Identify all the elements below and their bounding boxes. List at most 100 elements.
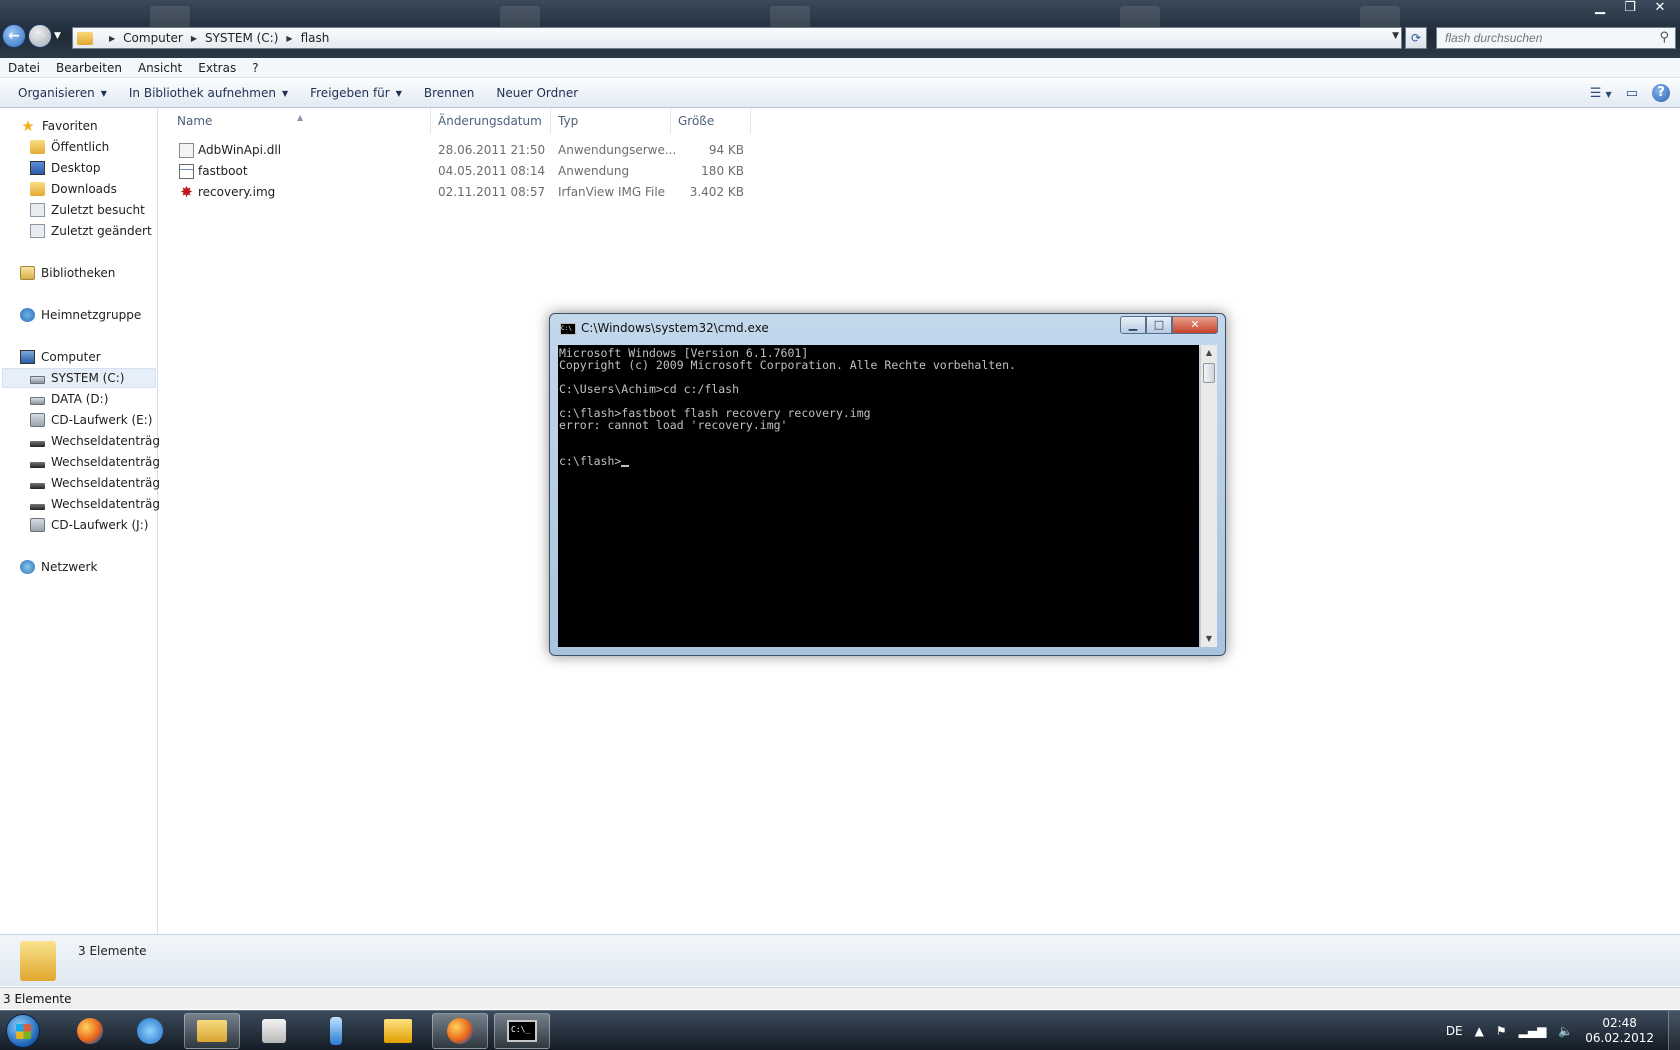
breadcrumb-separator-icon[interactable]: ▶ <box>286 34 292 43</box>
search-icon[interactable]: ⚲ <box>1659 30 1669 45</box>
clock[interactable]: 02:48 06.02.2012 <box>1585 1016 1654 1046</box>
file-size: 94 KB <box>708 143 744 157</box>
nav-libraries[interactable]: Bibliotheken <box>20 263 115 283</box>
taskbar-explorer[interactable] <box>184 1013 240 1049</box>
menu-edit[interactable]: Bearbeiten <box>48 61 130 75</box>
explorer-folder-icon <box>197 1020 227 1042</box>
preview-pane-button[interactable]: ▭ <box>1626 86 1638 101</box>
file-date: 28.06.2011 21:50 <box>438 143 546 157</box>
chevron-down-icon: ▼ <box>395 88 402 98</box>
column-label: Änderungsdatum <box>438 114 542 128</box>
share-button[interactable]: Freigeben für ▼ <box>302 86 416 100</box>
breadcrumb-separator-icon[interactable]: ▶ <box>191 34 197 43</box>
refresh-button[interactable]: ⟳ <box>1405 27 1427 49</box>
restore-button[interactable]: ❐ <box>1616 0 1644 18</box>
details-pane: 3 Elemente <box>0 934 1680 986</box>
breadcrumb-flash[interactable]: flash <box>301 31 330 45</box>
cmd-scrollbar[interactable]: ▲ ▼ <box>1200 345 1217 647</box>
volume-icon[interactable]: 🔈 <box>1558 1024 1573 1038</box>
taskbar-firefox[interactable] <box>62 1013 118 1049</box>
address-bar[interactable]: ▶ Computer ▶ SYSTEM (C:) ▶ flash ▼ <box>72 27 1402 49</box>
cmd-window[interactable]: C:\ C:\Windows\system32\cmd.exe ▁ □ ✕ Mi… <box>549 313 1226 656</box>
burn-button[interactable]: Brennen <box>416 86 488 100</box>
cmd-window-title: C:\Windows\system32\cmd.exe <box>581 321 769 335</box>
column-header-date[interactable]: Änderungsdatum <box>431 108 551 134</box>
scrollbar-thumb[interactable] <box>1203 363 1215 383</box>
nav-homegroup[interactable]: Heimnetzgruppe <box>20 305 141 325</box>
nav-removable-1[interactable]: Wechseldatenträger <box>30 431 172 451</box>
show-desktop-button[interactable] <box>1668 1011 1680 1050</box>
show-hidden-icons-icon[interactable]: ▲ <box>1475 1024 1484 1038</box>
column-header-size[interactable]: Größe <box>671 108 751 134</box>
taskbar-cmd[interactable]: C:\_ <box>494 1013 550 1049</box>
breadcrumb-computer[interactable]: Computer <box>123 31 183 45</box>
chevron-down-icon[interactable]: ▼ <box>1392 31 1399 41</box>
taskbar-usb-tool[interactable] <box>308 1013 364 1049</box>
nav-drive-d[interactable]: DATA (D:) <box>30 389 108 409</box>
breadcrumb-separator-icon[interactable]: ▶ <box>109 34 115 43</box>
view-options-button[interactable]: ☰ ▼ <box>1590 86 1612 101</box>
cmd-minimize-button[interactable]: ▁ <box>1120 316 1146 334</box>
console-line: C:\Users\Achim>cd c:/flash <box>559 382 740 396</box>
language-indicator[interactable]: DE <box>1446 1024 1463 1038</box>
view-list-icon: ☰ <box>1589 85 1602 101</box>
file-row[interactable]: fastboot 04.05.2011 08:14 Anwendung 180 … <box>159 161 759 181</box>
cmd-maximize-button[interactable]: □ <box>1146 316 1172 334</box>
nav-downloads[interactable]: Downloads <box>30 179 117 199</box>
nav-network[interactable]: Netzwerk <box>20 557 97 577</box>
scroll-down-icon[interactable]: ▼ <box>1201 631 1217 647</box>
star-icon: ★ <box>21 117 35 135</box>
breadcrumb-system-drive[interactable]: SYSTEM (C:) <box>205 31 278 45</box>
back-button[interactable]: ← <box>2 24 26 48</box>
recent-pages-button[interactable]: ▼ <box>54 31 61 41</box>
file-row[interactable]: ✸ recovery.img 02.11.2011 08:57 IrfanVie… <box>159 182 759 202</box>
forward-button[interactable]: → <box>28 24 52 48</box>
network-signal-icon[interactable]: ▂▄▆ <box>1519 1024 1547 1038</box>
console-output[interactable]: Microsoft Windows [Version 6.1.7601] Cop… <box>558 345 1199 647</box>
nav-removable-2[interactable]: Wechseldatenträger <box>30 452 172 472</box>
console-prompt: c:\flash> <box>559 454 622 468</box>
nav-drive-e[interactable]: CD-Laufwerk (E:) <box>30 410 153 430</box>
include-library-label: In Bibliothek aufnehmen <box>128 86 276 100</box>
organize-button[interactable]: Organisieren ▼ <box>10 86 121 100</box>
taskbar-outlook[interactable] <box>370 1013 426 1049</box>
column-header-type[interactable]: Typ <box>551 108 671 134</box>
search-input[interactable] <box>1437 28 1647 48</box>
taskbar-media-player[interactable] <box>246 1013 302 1049</box>
chevron-down-icon: ▼ <box>281 88 289 98</box>
include-library-button[interactable]: In Bibliothek aufnehmen ▼ <box>121 86 302 100</box>
column-label: Name <box>177 114 213 128</box>
nav-drive-j[interactable]: CD-Laufwerk (J:) <box>30 515 148 535</box>
start-button[interactable] <box>6 1014 40 1048</box>
minimize-button[interactable]: ▁ <box>1586 0 1614 18</box>
menu-extras[interactable]: Extras <box>190 61 244 75</box>
file-row[interactable]: AdbWinApi.dll 28.06.2011 21:50 Anwendung… <box>159 140 759 160</box>
command-prompt-icon: C:\_ <box>507 1020 537 1042</box>
search-box[interactable]: ⚲ <box>1436 27 1676 49</box>
help-icon[interactable]: ? <box>1652 84 1670 102</box>
close-button[interactable]: ✕ <box>1646 0 1674 18</box>
cmd-close-button[interactable]: ✕ <box>1172 316 1218 334</box>
column-header-name[interactable]: Name ▲ <box>159 108 431 134</box>
menu-file[interactable]: Datei <box>0 61 48 75</box>
scroll-up-icon[interactable]: ▲ <box>1201 345 1217 361</box>
nav-computer[interactable]: Computer <box>20 347 101 367</box>
new-folder-button[interactable]: Neuer Ordner <box>488 86 592 100</box>
menu-view[interactable]: Ansicht <box>130 61 190 75</box>
nav-recent-places[interactable]: Zuletzt besucht <box>30 200 145 220</box>
nav-removable-4[interactable]: Wechseldatenträger <box>30 494 172 514</box>
nav-favorites[interactable]: ★ Favoriten <box>20 116 97 136</box>
cmd-titlebar[interactable]: C:\ C:\Windows\system32\cmd.exe ▁ □ ✕ <box>550 314 1225 344</box>
menu-bar: Datei Bearbeiten Ansicht Extras ? <box>0 58 1680 78</box>
menu-help[interactable]: ? <box>244 61 266 75</box>
background-thumbnail <box>150 6 190 28</box>
taskbar-firefox-2[interactable] <box>432 1013 488 1049</box>
nav-recent-changed[interactable]: Zuletzt geändert <box>30 221 152 241</box>
nav-removable-3[interactable]: Wechseldatenträger <box>30 473 172 493</box>
taskbar-internet-explorer[interactable] <box>122 1013 178 1049</box>
application-file-icon <box>179 164 194 179</box>
action-center-flag-icon[interactable]: ⚑ <box>1496 1024 1507 1038</box>
nav-drive-c[interactable]: SYSTEM (C:) <box>2 368 156 388</box>
nav-desktop[interactable]: Desktop <box>30 158 101 178</box>
nav-public[interactable]: Öffentlich <box>30 137 109 157</box>
